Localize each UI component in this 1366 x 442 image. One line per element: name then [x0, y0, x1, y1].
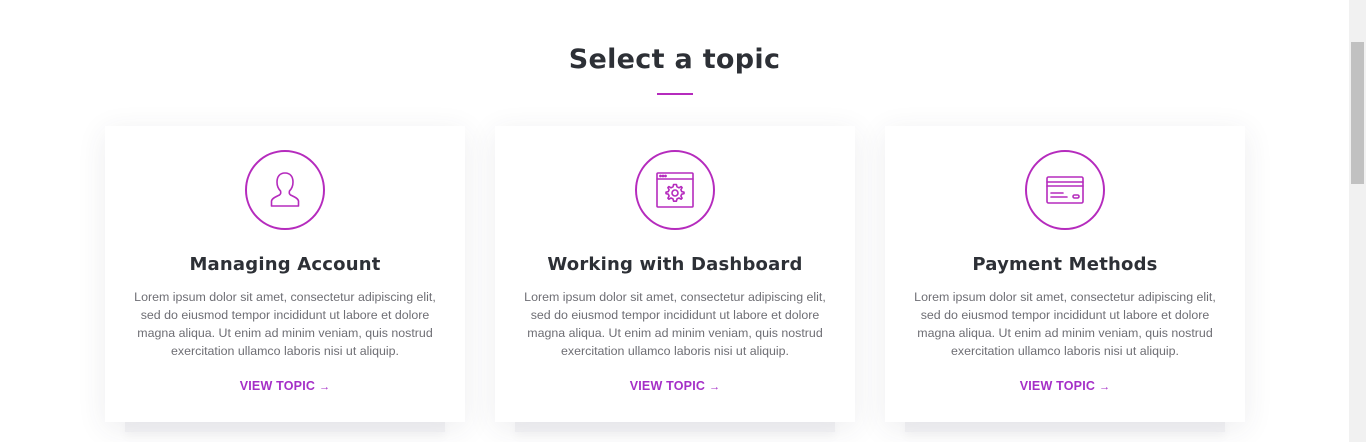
card-title: Payment Methods [972, 254, 1158, 275]
card-stack-shadow [905, 422, 1225, 432]
topic-card: Managing Account Lorem ipsum dolor sit a… [105, 126, 465, 422]
view-topic-link[interactable]: VIEW TOPIC → [885, 379, 1245, 393]
card-title: Managing Account [189, 254, 381, 275]
dashboard-settings-icon [635, 150, 715, 230]
credit-card-icon [1025, 150, 1105, 230]
card-description: Lorem ipsum dolor sit amet, consectetur … [524, 290, 826, 358]
title-underline [657, 93, 693, 95]
card-description: Lorem ipsum dolor sit amet, consectetur … [134, 290, 436, 358]
topic-card-working-with-dashboard: Working with Dashboard Lorem ipsum dolor… [495, 126, 855, 432]
card-description: Lorem ipsum dolor sit amet, consectetur … [914, 290, 1216, 358]
view-topic-label: VIEW TOPIC [629, 379, 706, 393]
card-stack-shadow [515, 422, 835, 432]
vertical-scrollbar[interactable] [1349, 0, 1366, 442]
view-topic-label: VIEW TOPIC [1019, 379, 1096, 393]
view-topic-label: VIEW TOPIC [239, 379, 316, 393]
user-icon [245, 150, 325, 230]
arrow-right-icon: → [709, 381, 721, 393]
topic-card: Working with Dashboard Lorem ipsum dolor… [495, 126, 855, 422]
arrow-right-icon: → [319, 381, 331, 393]
topic-card: Payment Methods Lorem ipsum dolor sit am… [885, 126, 1245, 422]
view-topic-link[interactable]: VIEW TOPIC → [105, 379, 465, 393]
scrollbar-thumb[interactable] [1351, 42, 1364, 184]
view-topic-link[interactable]: VIEW TOPIC → [495, 379, 855, 393]
topic-card-managing-account: Managing Account Lorem ipsum dolor sit a… [105, 126, 465, 432]
section-title: Select a topic [568, 44, 781, 75]
arrow-right-icon: → [1099, 381, 1111, 393]
topics-section: Select a topic Managing Account Lorem ip… [0, 0, 1349, 442]
card-title: Working with Dashboard [547, 254, 803, 275]
topic-card-payment-methods: Payment Methods Lorem ipsum dolor sit am… [885, 126, 1245, 432]
card-stack-shadow [125, 422, 445, 432]
